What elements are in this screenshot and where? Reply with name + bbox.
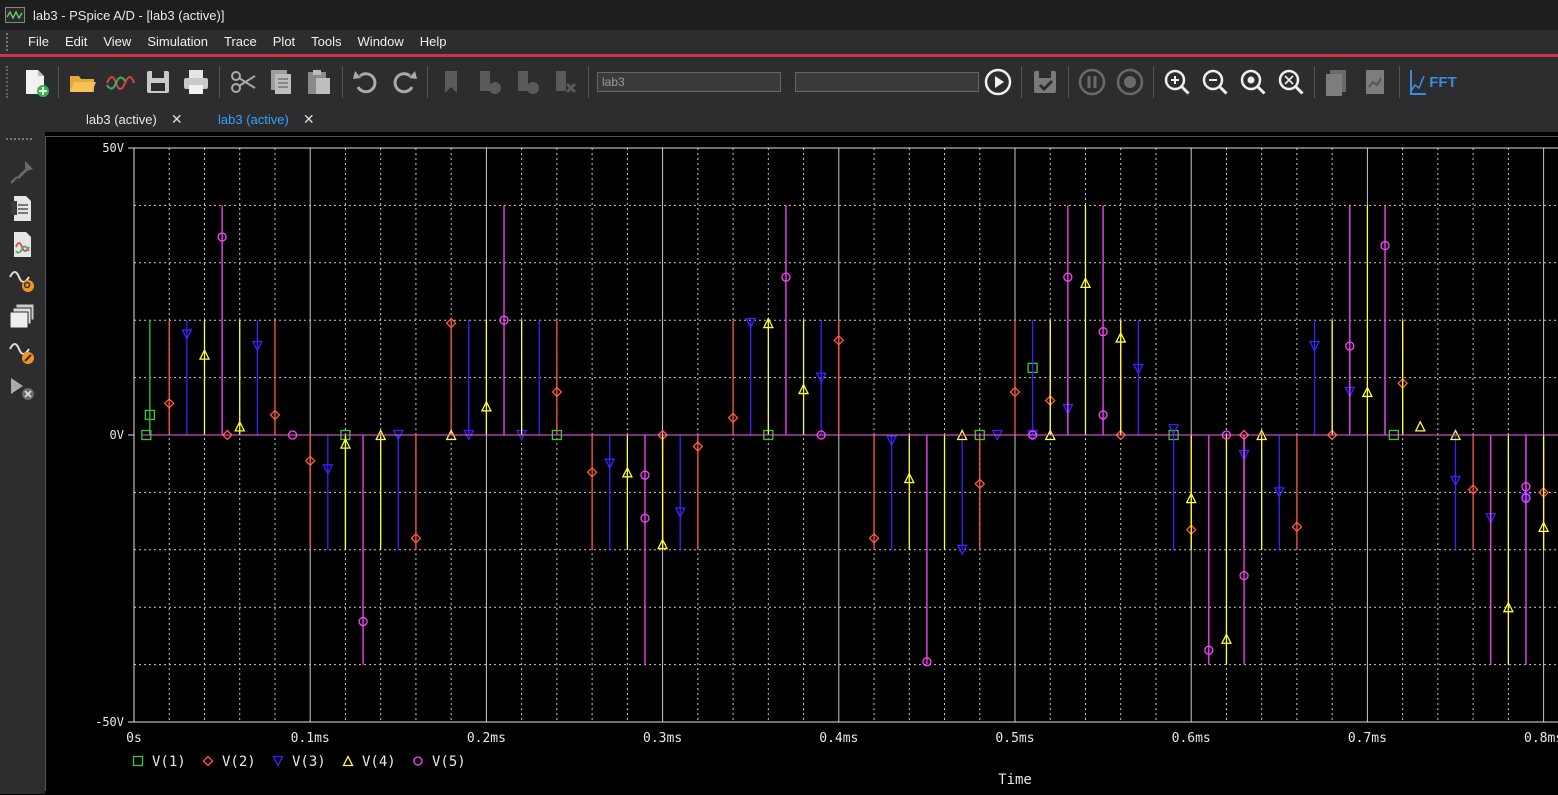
- undo-icon[interactable]: [349, 65, 383, 99]
- menu-edit[interactable]: Edit: [57, 30, 95, 54]
- save-icon[interactable]: [141, 65, 175, 99]
- legend-label-V(3): V(3): [292, 754, 326, 770]
- toolbar-separator: [1399, 66, 1400, 98]
- waveform-icon[interactable]: [103, 65, 137, 99]
- legend-marker-V(1): [132, 755, 144, 767]
- close-icon[interactable]: ✕: [171, 108, 183, 131]
- y-tick-label: -50V: [95, 715, 124, 729]
- legend-label-V(2): V(2): [222, 754, 256, 770]
- toolbar-separator: [1314, 66, 1315, 98]
- marker-icon: [4, 154, 40, 190]
- main-toolbar: FFT: [0, 57, 1558, 107]
- save-check-icon[interactable]: [1028, 65, 1062, 99]
- paste-icon[interactable]: [302, 65, 336, 99]
- toolbar-separator: [588, 66, 589, 98]
- open-folder-icon[interactable]: [65, 65, 99, 99]
- menu-grip: [6, 33, 14, 51]
- run-play-icon[interactable]: [981, 65, 1015, 99]
- toolbar-separator: [1021, 66, 1022, 98]
- legend-label-V(5): V(5): [432, 754, 466, 770]
- menu-plot[interactable]: Plot: [265, 30, 303, 54]
- trace-delete-icon[interactable]: [4, 370, 40, 406]
- copy-icon[interactable]: [264, 65, 298, 99]
- x-axis-title: Time: [998, 772, 1032, 788]
- toolbar-separator: [58, 66, 59, 98]
- x-tick-label: 0.7ms: [1348, 731, 1387, 746]
- stop-circle-icon: [1113, 65, 1147, 99]
- strip-grip: [6, 138, 32, 148]
- x-tick-label: 0.8ms: [1524, 731, 1558, 746]
- add-y-axis-icon: [1359, 65, 1393, 99]
- tab-lab3-2-active[interactable]: lab3 (active) ✕: [218, 108, 315, 131]
- close-icon[interactable]: ✕: [303, 108, 315, 131]
- menu-window[interactable]: Window: [350, 30, 412, 54]
- left-tool-strip: [0, 132, 45, 794]
- add-plot-icon: [1321, 65, 1355, 99]
- pspice-app-icon: [5, 7, 25, 23]
- trace-edit-icon[interactable]: [4, 334, 40, 370]
- window-title: lab3 - PSpice A/D - [lab3 (active)]: [33, 7, 225, 23]
- pause-icon: [1075, 65, 1109, 99]
- title-bar: lab3 - PSpice A/D - [lab3 (active)]: [0, 0, 1558, 30]
- pspice-doc-icon[interactable]: [4, 190, 40, 226]
- trace-search-icon[interactable]: [4, 262, 40, 298]
- tab-lab3-1[interactable]: lab3 (active) ✕: [86, 108, 183, 131]
- zoom-fit-icon[interactable]: [1274, 65, 1308, 99]
- menu-view[interactable]: View: [95, 30, 139, 54]
- tab-label: lab3 (active): [86, 112, 157, 127]
- redo-icon[interactable]: [387, 65, 421, 99]
- progress-field: [795, 72, 979, 92]
- y-tick-label: 50V: [102, 141, 124, 155]
- toolbar-separator: [219, 66, 220, 98]
- run-icon: [472, 65, 506, 99]
- fft-label: FFT: [1429, 73, 1457, 91]
- legend-marker-V(4): [342, 755, 354, 767]
- x-tick-label: 0s: [126, 731, 142, 746]
- toolbar-grip: [6, 66, 12, 98]
- x-tick-label: 0.5ms: [995, 731, 1034, 746]
- toolbar-separator: [342, 66, 343, 98]
- legend-marker-V(3): [272, 755, 284, 767]
- x-tick-label: 0.2ms: [467, 731, 506, 746]
- marker-V(4): [1414, 420, 1426, 432]
- stop-icon: [510, 65, 544, 99]
- zoom-out-icon[interactable]: [1198, 65, 1232, 99]
- toolbar-separator: [427, 66, 428, 98]
- document-tabs: lab3 (active) ✕ lab3 (active) ✕: [0, 107, 1558, 132]
- zoom-in-icon[interactable]: [1160, 65, 1194, 99]
- menu-help[interactable]: Help: [412, 30, 455, 54]
- zoom-area-icon[interactable]: [1236, 65, 1270, 99]
- legend-label-V(1): V(1): [152, 754, 186, 770]
- x-tick-label: 0.6ms: [1172, 731, 1211, 746]
- waveform-doc-icon[interactable]: [4, 226, 40, 262]
- marker-V(3): [1168, 424, 1180, 436]
- y-tick-label: 0V: [110, 428, 124, 442]
- menu-bar: File Edit View Simulation Trace Plot Too…: [0, 30, 1558, 57]
- clear-icon: [548, 65, 582, 99]
- print-icon[interactable]: [179, 65, 213, 99]
- menu-trace[interactable]: Trace: [216, 30, 265, 54]
- new-file-icon[interactable]: [18, 65, 52, 99]
- x-tick-label: 0.1ms: [291, 731, 330, 746]
- probe-plot-window[interactable]: 50V 0V -50V 0s 0.1ms 0.2ms 0.3ms 0.4ms 0.5ms 0.6m…: [45, 136, 1558, 791]
- menu-tools[interactable]: Tools: [303, 30, 349, 54]
- tab-label: lab3 (active): [218, 112, 289, 127]
- legend-label-V(4): V(4): [362, 754, 396, 770]
- cut-icon[interactable]: [226, 65, 260, 99]
- toolbar-separator: [1153, 66, 1154, 98]
- legend-marker-V(5): [413, 756, 423, 766]
- waveform-chart[interactable]: 50V 0V -50V0s 0.1ms 0.2ms 0.3ms 0.4ms 0.5ms 0.6m…: [46, 137, 1558, 790]
- fft-icon[interactable]: FFT: [1406, 65, 1458, 99]
- x-tick-label: 0.3ms: [643, 731, 682, 746]
- multi-window-icon[interactable]: [4, 298, 40, 334]
- menu-file[interactable]: File: [20, 30, 57, 54]
- bookmark-icon: [434, 65, 468, 99]
- x-tick-label: 0.4ms: [819, 731, 858, 746]
- profile-combo[interactable]: [597, 72, 781, 92]
- menu-simulation[interactable]: Simulation: [139, 30, 216, 54]
- toolbar-separator: [1068, 66, 1069, 98]
- legend-marker-V(2): [202, 755, 214, 767]
